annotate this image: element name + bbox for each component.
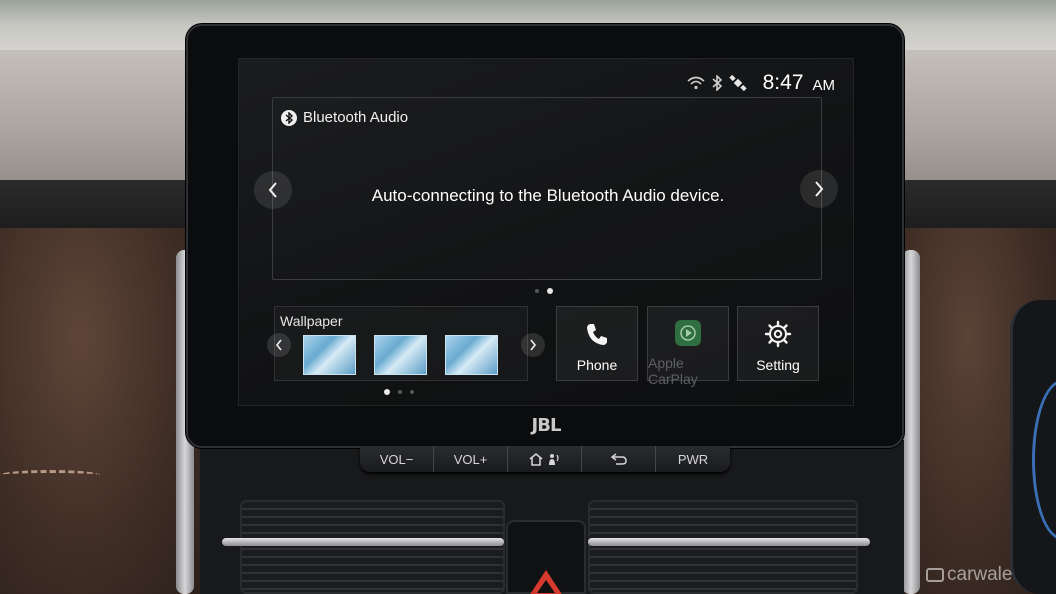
air-vent-right[interactable] <box>588 500 858 594</box>
chevron-left-icon <box>268 182 277 198</box>
chevron-right-icon <box>530 339 537 351</box>
back-button[interactable] <box>582 446 656 472</box>
home-icon <box>529 452 542 466</box>
card-page-indicator <box>535 288 553 294</box>
back-icon <box>610 453 627 465</box>
wifi-icon <box>687 76 705 90</box>
wallpaper-thumbnail[interactable] <box>303 335 356 375</box>
home-voice-button[interactable] <box>508 446 582 472</box>
connection-message: Auto-connecting to the Bluetooth Audio d… <box>371 186 725 205</box>
wallpaper-next-button[interactable] <box>521 333 545 357</box>
voice-icon <box>548 454 559 465</box>
wallpaper-previous-button[interactable] <box>267 333 291 357</box>
carwale-logo-icon <box>926 568 944 582</box>
phone-icon <box>584 319 610 349</box>
hardware-button-row: VOL− VOL+ PWR <box>360 446 730 472</box>
leather-panel-left <box>0 228 200 594</box>
page-dot <box>535 289 539 293</box>
previous-page-button[interactable] <box>254 171 292 209</box>
leather-stitching <box>0 470 100 480</box>
chevron-right-icon <box>815 181 824 197</box>
chrome-trim-right <box>902 250 920 594</box>
status-bar: 8:47 AM <box>687 71 835 95</box>
wallpaper-page-indicator <box>384 389 414 395</box>
satellite-icon <box>728 75 747 91</box>
vent-chrome-strip-right <box>588 538 870 546</box>
volume-up-button[interactable]: VOL+ <box>434 446 508 472</box>
power-button[interactable]: PWR <box>656 446 730 472</box>
card-title: Bluetooth Audio <box>303 109 409 126</box>
brand-logo: JBL <box>531 415 562 436</box>
phone-label: Phone <box>576 357 618 373</box>
clock-time: 8:47 <box>762 71 804 94</box>
apple-carplay-label: Apple CarPlay <box>648 355 698 387</box>
apple-carplay-tile[interactable]: Apple CarPlay <box>647 306 729 387</box>
bluetooth-icon <box>711 75 723 91</box>
wallpaper-widget[interactable]: Wallpaper <box>267 306 545 381</box>
watermark-text: carwale <box>947 564 1013 585</box>
page-dot-active <box>384 389 390 395</box>
page-dot-active <box>547 288 553 294</box>
page-dot <box>410 390 414 394</box>
page-dot <box>398 390 402 394</box>
next-page-button[interactable] <box>800 170 838 208</box>
chevron-left-icon <box>275 339 282 351</box>
gear-icon <box>764 319 792 349</box>
bluetooth-audio-card[interactable]: Bluetooth Audio Auto-connecting to the B… <box>272 97 822 280</box>
card-header: Bluetooth Audio <box>281 109 408 126</box>
setting-label: Setting <box>756 357 800 373</box>
phone-tile[interactable]: Phone <box>556 306 638 381</box>
touchscreen[interactable]: 8:47 AM Bluetooth Audio Auto-connecting … <box>238 58 854 406</box>
hazard-icon-inner <box>537 580 555 593</box>
wallpaper-title: Wallpaper <box>280 313 343 329</box>
air-vent-left[interactable] <box>240 500 505 594</box>
volume-down-button[interactable]: VOL− <box>360 446 434 472</box>
bluetooth-badge-icon <box>281 109 297 126</box>
vent-chrome-strip-left <box>222 538 504 546</box>
clock-ampm: AM <box>812 76 836 94</box>
wallpaper-thumbnail[interactable] <box>445 335 498 375</box>
carplay-icon <box>674 319 702 347</box>
watermark: carwale <box>926 564 1012 586</box>
setting-tile[interactable]: Setting <box>737 306 819 381</box>
wallpaper-thumbnail[interactable] <box>374 335 427 375</box>
